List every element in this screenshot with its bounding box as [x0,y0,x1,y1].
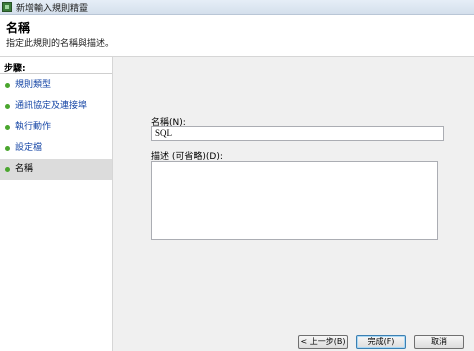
page-description: 指定此規則的名稱與描述。 [6,39,115,49]
description-input[interactable] [151,161,438,240]
step-bullet-icon [5,83,10,88]
back-button[interactable]: < 上一步(B) [298,335,348,349]
step-label: 設定檔 [15,143,43,153]
step-bullet-icon [5,104,10,109]
step-profile[interactable]: 設定檔 [0,138,112,159]
step-label: 執行動作 [15,122,52,132]
step-label: 名稱 [15,164,34,174]
step-bullet-icon [5,146,10,151]
step-label: 規則類型 [15,80,52,90]
step-name[interactable]: 名稱 [0,159,112,180]
step-protocol-ports[interactable]: 通訊協定及連接埠 [0,96,112,117]
name-input[interactable]: SQL [151,126,444,141]
finish-button[interactable]: 完成(F) [356,335,406,349]
firewall-icon [2,2,12,12]
page-title: 名稱 [6,21,31,35]
steps-panel: 步驟: 規則類型 通訊協定及連接埠 執行動作 設定檔 名稱 [0,57,113,351]
step-label: 通訊協定及連接埠 [15,101,88,111]
step-rule-type[interactable]: 規則類型 [0,75,112,96]
window-title: 新增輸入規則精靈 [16,4,89,14]
step-bullet-icon [5,125,10,130]
content-pane: 名稱(N): SQL 描述 (可省略)(D): < 上一步(B) 完成(F) 取… [113,57,474,351]
step-action[interactable]: 執行動作 [0,117,112,138]
title-bar: 新增輸入規則精靈 [0,0,474,15]
step-bullet-icon [5,167,10,172]
wizard-header: 名稱 指定此規則的名稱與描述。 [0,15,474,57]
cancel-button[interactable]: 取消 [414,335,464,349]
steps-divider [0,73,112,74]
wizard-body: 步驟: 規則類型 通訊協定及連接埠 執行動作 設定檔 名稱 名稱(N): SQL… [0,57,474,351]
